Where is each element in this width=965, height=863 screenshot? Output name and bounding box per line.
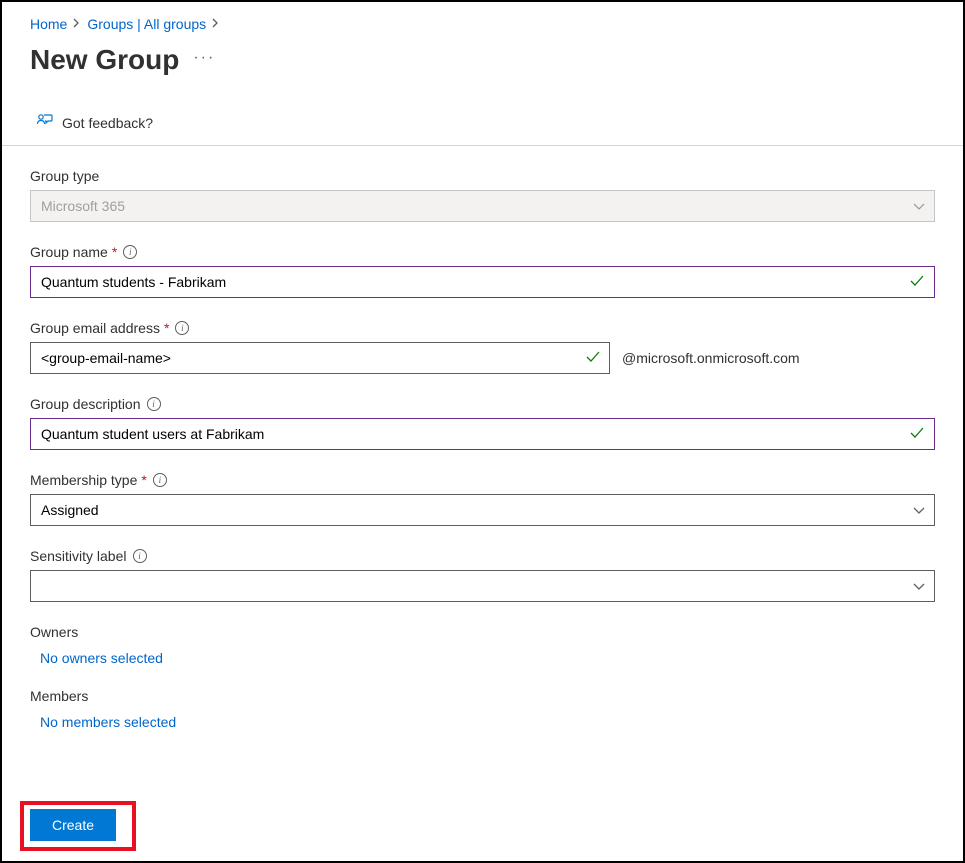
required-indicator: *: [141, 472, 146, 488]
info-icon[interactable]: i: [153, 473, 167, 487]
group-description-label: Group description: [30, 396, 141, 412]
more-actions-button[interactable]: ···: [193, 50, 215, 70]
info-icon[interactable]: i: [147, 397, 161, 411]
group-name-input[interactable]: [31, 267, 934, 297]
chevron-right-icon: [212, 18, 220, 31]
email-domain-suffix: @microsoft.onmicrosoft.com: [622, 350, 800, 366]
group-name-label: Group name: [30, 244, 108, 260]
group-email-label: Group email address: [30, 320, 160, 336]
sensitivity-label-label: Sensitivity label: [30, 548, 127, 564]
sensitivity-label-select[interactable]: [30, 570, 935, 602]
group-type-label: Group type: [30, 168, 99, 184]
group-email-input[interactable]: [30, 342, 610, 374]
owners-link[interactable]: No owners selected: [30, 650, 163, 666]
form-scroll-area[interactable]: Group type Group name * i: [30, 146, 943, 795]
page-title: New Group: [30, 44, 179, 76]
required-indicator: *: [112, 244, 117, 260]
info-icon[interactable]: i: [133, 549, 147, 563]
breadcrumb-groups[interactable]: Groups | All groups: [87, 16, 206, 32]
chevron-right-icon: [73, 18, 81, 31]
required-indicator: *: [164, 320, 169, 336]
breadcrumb: Home Groups | All groups: [30, 16, 943, 32]
members-link[interactable]: No members selected: [30, 714, 176, 730]
info-icon[interactable]: i: [175, 321, 189, 335]
group-description-input[interactable]: [31, 419, 934, 449]
breadcrumb-home[interactable]: Home: [30, 16, 67, 32]
feedback-link[interactable]: Got feedback?: [30, 112, 943, 133]
feedback-icon: [36, 112, 54, 133]
group-type-select[interactable]: [30, 190, 935, 222]
owners-heading: Owners: [30, 624, 935, 640]
footer-bar: Create: [30, 795, 943, 861]
members-heading: Members: [30, 688, 935, 704]
membership-type-select[interactable]: [30, 494, 935, 526]
feedback-label: Got feedback?: [62, 115, 153, 131]
info-icon[interactable]: i: [123, 245, 137, 259]
membership-type-label: Membership type: [30, 472, 137, 488]
create-button[interactable]: Create: [30, 809, 116, 841]
